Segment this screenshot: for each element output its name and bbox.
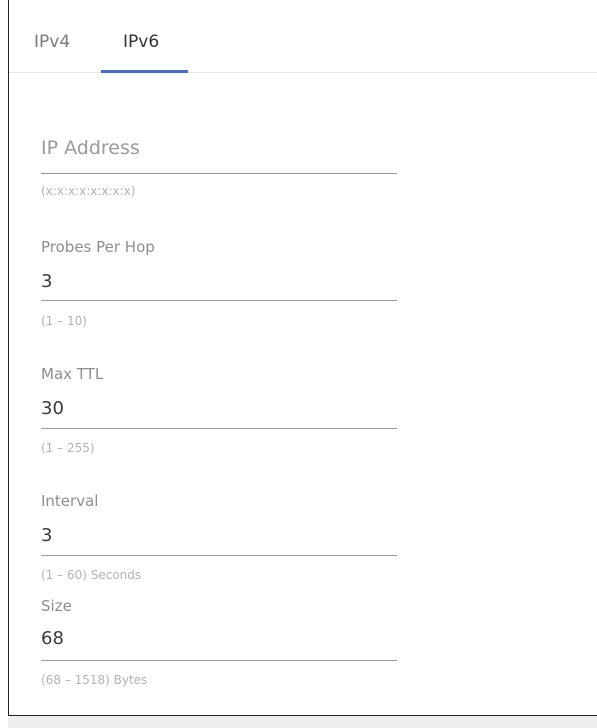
probes-per-hop-hint: (1 – 10) [41, 314, 87, 328]
ip-version-tabs: IPv4 IPv6 [9, 0, 597, 73]
interval-label: Interval [41, 492, 99, 510]
size-field[interactable]: Size 68 (68 – 1518) Bytes [41, 596, 397, 691]
interval-input[interactable]: 3 [41, 525, 52, 547]
ip-address-underline [41, 173, 397, 174]
max-ttl-underline [41, 428, 397, 429]
max-ttl-label: Max TTL [41, 365, 104, 383]
probes-per-hop-underline [41, 300, 397, 301]
probes-per-hop-input[interactable]: 3 [41, 271, 52, 293]
interval-underline [41, 555, 397, 556]
size-label: Size [41, 597, 72, 615]
max-ttl-input[interactable]: 30 [41, 398, 64, 420]
panel-footer [8, 716, 597, 728]
max-ttl-hint: (1 – 255) [41, 441, 95, 455]
probes-per-hop-field[interactable]: Probes Per Hop 3 (1 – 10) [41, 237, 397, 332]
tab-ipv6[interactable]: IPv6 [123, 30, 159, 54]
size-input[interactable]: 68 [41, 628, 64, 650]
size-underline [41, 660, 397, 661]
active-tab-indicator [101, 70, 188, 73]
interval-field[interactable]: Interval 3 (1 – 60) Seconds [41, 491, 397, 586]
interval-hint: (1 – 60) Seconds [41, 568, 142, 582]
ip-address-hint: (x:x:x:x:x:x:x:x) [41, 184, 136, 198]
probes-per-hop-label: Probes Per Hop [41, 238, 155, 256]
size-hint: (68 – 1518) Bytes [41, 673, 148, 687]
max-ttl-field[interactable]: Max TTL 30 (1 – 255) [41, 364, 397, 459]
traceroute-panel: IPv4 IPv6 IP Address (x:x:x:x:x:x:x:x) P… [8, 0, 597, 716]
tab-ipv4[interactable]: IPv4 [34, 30, 70, 54]
ip-address-label: IP Address [41, 137, 140, 159]
ip-address-field[interactable]: IP Address (x:x:x:x:x:x:x:x) [41, 138, 397, 208]
